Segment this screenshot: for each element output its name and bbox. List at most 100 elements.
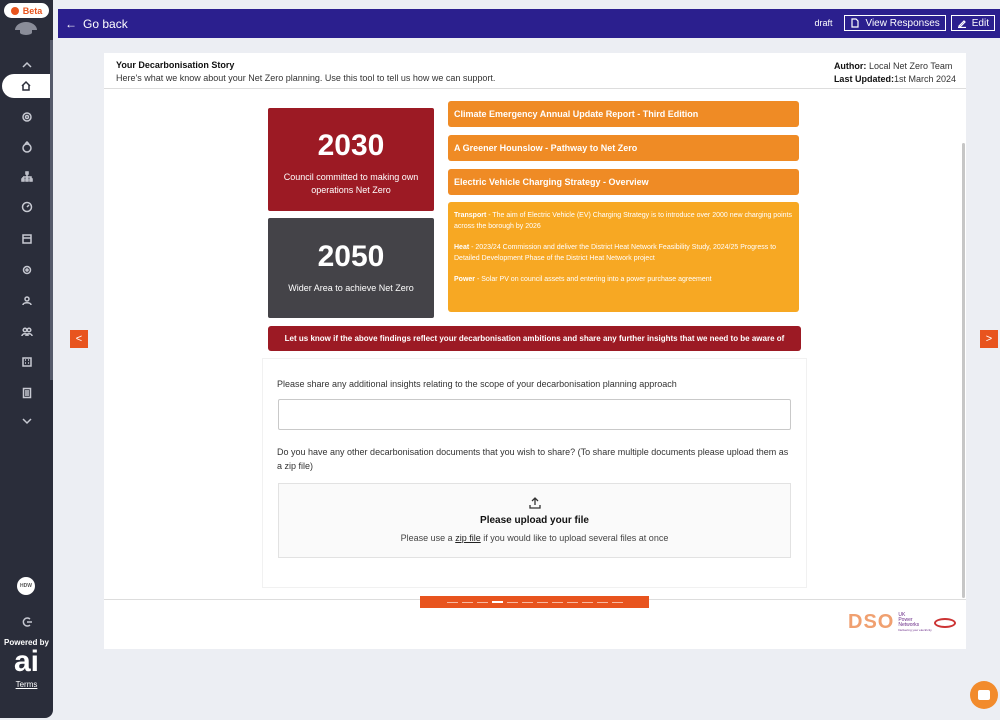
sidebar-item-gauge[interactable]: [0, 196, 53, 218]
beta-badge: Beta: [4, 3, 49, 18]
insight-text: - The aim of Electric Vehicle (EV) Charg…: [454, 212, 792, 230]
sidebar-item-rocket[interactable]: [0, 136, 53, 158]
view-responses-button[interactable]: View Responses: [844, 15, 946, 31]
document-link-ev-strategy[interactable]: Electric Vehicle Charging Strategy - Ove…: [448, 169, 799, 195]
page-dot[interactable]: [506, 601, 518, 603]
next-page-button[interactable]: >: [980, 330, 998, 348]
content-scrollbar[interactable]: [962, 143, 965, 598]
avatar[interactable]: HDW: [17, 577, 35, 595]
top-bar: ← Go back draft View Responses Edit: [58, 9, 1000, 38]
brand-logo-lower: [20, 30, 32, 35]
edit-button[interactable]: Edit: [950, 15, 995, 31]
target-card-2050: 2050 Wider Area to achieve Net Zero: [268, 218, 434, 318]
page-title: Your Decarbonisation Story: [116, 60, 235, 70]
sidebar-item-settings[interactable]: [0, 259, 53, 281]
feedback-form: Please share any additional insights rel…: [262, 358, 807, 588]
question-documents-label: Do you have any other decarbonisation do…: [277, 447, 789, 471]
dso-logo-text: DSO: [848, 611, 895, 633]
insight-heat: Heat - 2023/24 Commission and deliver th…: [454, 242, 793, 264]
org-chart-icon: [20, 171, 33, 182]
insight-text: - Solar PV on council assets and enterin…: [475, 276, 712, 283]
sidebar-item-org[interactable]: [0, 166, 53, 188]
page-meta: Author: Local Net Zero Team Last Updated…: [834, 60, 956, 86]
chat-button[interactable]: [970, 681, 998, 709]
upload-hint-post: if you would like to upload several file…: [480, 533, 669, 543]
sidebar-item-user[interactable]: [0, 290, 53, 312]
terms-link[interactable]: Terms: [0, 680, 53, 689]
page-dot[interactable]: [566, 601, 578, 603]
ukpn-logo-text: Delivering your electricity: [898, 627, 932, 632]
updated-value: 1st March 2024: [893, 74, 956, 84]
upload-title: Please upload your file: [480, 515, 589, 526]
go-back-button[interactable]: ← Go back: [65, 17, 128, 31]
ai-logo: ai: [13, 645, 40, 678]
target-year: 2030: [317, 129, 385, 162]
sidebar-item-calendar[interactable]: [0, 228, 53, 250]
status-badge: draft: [814, 18, 833, 28]
page-dot[interactable]: [491, 601, 503, 603]
page-indicator: [420, 596, 649, 608]
page-dot[interactable]: [521, 601, 533, 603]
zip-file-link[interactable]: zip file: [455, 533, 481, 543]
author-label: Author:: [833, 61, 867, 71]
insight-transport: Transport - The aim of Electric Vehicle …: [454, 210, 793, 232]
previous-page-button[interactable]: <: [70, 330, 88, 348]
page-dot[interactable]: [476, 601, 488, 603]
upload-icon: [279, 496, 790, 513]
building-icon: [21, 357, 32, 367]
chevron-right-icon: >: [985, 333, 993, 345]
upload-hint-pre: Please use a: [400, 533, 456, 543]
brand-logo: [15, 22, 37, 30]
sidebar: Beta HDW Powered by ai Terms: [0, 0, 53, 718]
sidebar-item-building[interactable]: [0, 351, 53, 373]
edit-label: Edit: [971, 17, 989, 29]
insights-textarea[interactable]: [278, 399, 791, 430]
target-year: 2050: [317, 240, 385, 273]
sidebar-item-users[interactable]: [0, 321, 53, 343]
page-subtitle: Here's what we know about your Net Zero …: [116, 73, 496, 83]
chevron-left-icon: <: [75, 333, 83, 345]
sidebar-item-document[interactable]: [0, 382, 53, 404]
pencil-icon: [957, 20, 966, 28]
ukpn-logo: UK Power Networks Delivering your electr…: [898, 612, 932, 633]
sidebar-item-target[interactable]: [0, 106, 53, 128]
settings-icon: [22, 265, 31, 275]
page-dot[interactable]: [536, 601, 548, 603]
insight-power: Power - Solar PV on council assets and e…: [454, 274, 793, 285]
top-actions: draft View Responses Edit: [814, 15, 1000, 31]
home-icon: [21, 80, 31, 91]
target-card-2030: 2030 Council committed to making own ope…: [268, 108, 434, 211]
alert-icon: [10, 6, 19, 15]
page-dot[interactable]: [611, 601, 623, 603]
user-icon: [21, 296, 32, 306]
calendar-icon: [21, 234, 32, 244]
sidebar-item-home[interactable]: [2, 74, 50, 98]
page-dot[interactable]: [581, 601, 593, 603]
file-icon: [851, 18, 860, 28]
question-insights-label: Please share any additional insights rel…: [277, 379, 677, 389]
author-value: Local Net Zero Team: [868, 61, 953, 71]
page-dot[interactable]: [461, 601, 473, 603]
gauge-icon: [21, 201, 32, 213]
document-link-greener-hounslow[interactable]: A Greener Hounslow - Pathway to Net Zero: [448, 135, 799, 161]
document-icon: [22, 387, 31, 399]
file-upload-dropzone[interactable]: Please upload your file Please use a zip…: [278, 483, 791, 558]
chevron-down-icon[interactable]: [0, 410, 53, 432]
target-description: Council committed to making own operatio…: [283, 172, 419, 195]
page-dot[interactable]: [551, 601, 563, 603]
insights-box: Transport - The aim of Electric Vehicle …: [448, 202, 799, 312]
chat-icon: [978, 690, 990, 700]
page-dot[interactable]: [446, 601, 458, 603]
document-link-climate-report[interactable]: Climate Emergency Annual Update Report -…: [448, 101, 799, 127]
chevron-up-icon[interactable]: [0, 54, 53, 76]
sidebar-item-logout[interactable]: [0, 611, 53, 633]
view-responses-label: View Responses: [865, 17, 940, 29]
insight-text: - 2023/24 Commission and deliver the Dis…: [454, 244, 777, 262]
ukpn-swirl-icon: [933, 617, 956, 628]
go-back-label: Go back: [83, 16, 128, 31]
header-divider: [104, 88, 966, 89]
logout-icon: [22, 617, 32, 627]
beta-label: Beta: [22, 5, 43, 16]
target-description: Wider Area to achieve Net Zero: [288, 283, 414, 293]
page-dot[interactable]: [596, 601, 608, 603]
